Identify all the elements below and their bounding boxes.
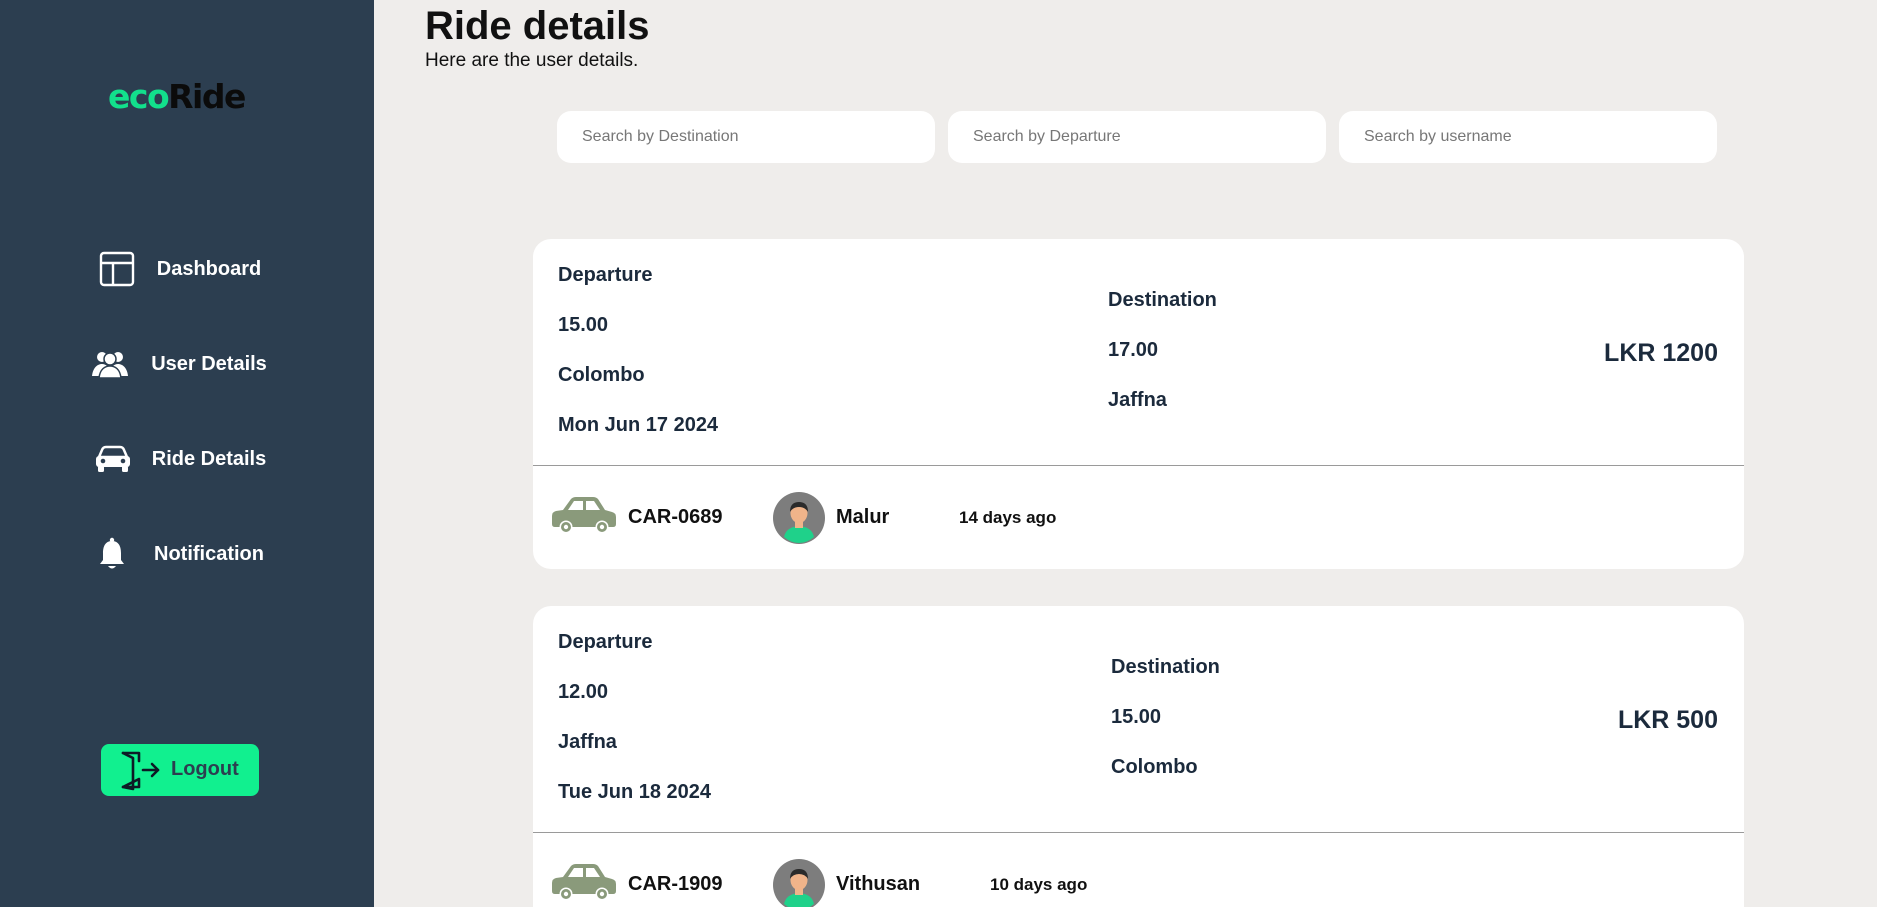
ride-date: Mon Jun 17 2024	[558, 414, 719, 436]
avatar[interactable]	[773, 859, 825, 907]
destination-time: 15.00	[1111, 706, 1162, 728]
page-subtitle: Here are the user details.	[425, 50, 639, 71]
posted-time: 10 days ago	[990, 875, 1088, 894]
ride-card-route: Departure 15.00 Colombo Mon Jun 17 2024 …	[533, 239, 1744, 466]
departure-time: 12.00	[558, 681, 609, 703]
car-plate: CAR-0689	[628, 506, 723, 528]
ride-price: LKR 1200	[1604, 339, 1718, 367]
sidebar-item-dashboard[interactable]: Dashboard	[88, 245, 308, 293]
car-icon	[551, 863, 617, 906]
sidebar-item-label: Notification	[154, 542, 264, 565]
departure-label: Departure	[558, 631, 653, 653]
logout-label: Logout	[171, 758, 239, 780]
destination-label: Destination	[1111, 656, 1220, 678]
destination-time: 17.00	[1108, 339, 1159, 361]
departure-label: Departure	[558, 264, 653, 286]
departure-city: Jaffna	[558, 731, 617, 753]
app-logo[interactable]: ecoRide	[108, 77, 246, 116]
ride-card[interactable]: Departure 15.00 Colombo Mon Jun 17 2024 …	[533, 239, 1744, 569]
sidebar-item-label: Dashboard	[156, 257, 262, 280]
sidebar: ecoRide Dashboard User Details Ride Deta…	[0, 0, 374, 907]
ride-card-footer: CAR-0689 Malur 14 days ago	[533, 466, 1744, 569]
sidebar-item-user-details[interactable]: User Details	[88, 340, 308, 388]
logo-ride: Ride	[168, 77, 246, 116]
search-username-input[interactable]	[1339, 111, 1717, 163]
ride-date: Tue Jun 18 2024	[558, 781, 712, 803]
car-icon	[551, 496, 617, 539]
logo-eco: eco	[108, 77, 170, 116]
ride-card-route: Departure 12.00 Jaffna Tue Jun 18 2024 D…	[533, 606, 1744, 833]
sidebar-item-label: Ride Details	[151, 447, 267, 470]
car-plate: CAR-1909	[628, 873, 723, 895]
avatar[interactable]	[773, 492, 825, 549]
search-departure-input[interactable]	[948, 111, 1326, 163]
sidebar-item-label: User Details	[151, 352, 267, 375]
sidebar-item-notification[interactable]: Notification	[88, 530, 308, 578]
search-destination-input[interactable]	[557, 111, 935, 163]
ride-price: LKR 500	[1617, 706, 1718, 734]
ride-card-footer: CAR-1909 Vithusan 10 days ago	[533, 833, 1744, 907]
sidebar-item-ride-details[interactable]: Ride Details	[88, 435, 308, 483]
page-title: Ride details	[425, 4, 650, 48]
logout-button[interactable]: Logout	[101, 744, 259, 796]
driver-name: Vithusan	[836, 873, 921, 895]
destination-label: Destination	[1108, 289, 1217, 311]
ride-card[interactable]: Departure 12.00 Jaffna Tue Jun 18 2024 D…	[533, 606, 1744, 907]
departure-time: 15.00	[558, 314, 609, 336]
departure-city: Colombo	[558, 364, 645, 386]
destination-city: Colombo	[1111, 756, 1198, 778]
posted-time: 14 days ago	[959, 508, 1057, 527]
logout-icon	[119, 749, 161, 794]
destination-city: Jaffna	[1108, 389, 1167, 411]
driver-name: Malur	[836, 506, 890, 528]
